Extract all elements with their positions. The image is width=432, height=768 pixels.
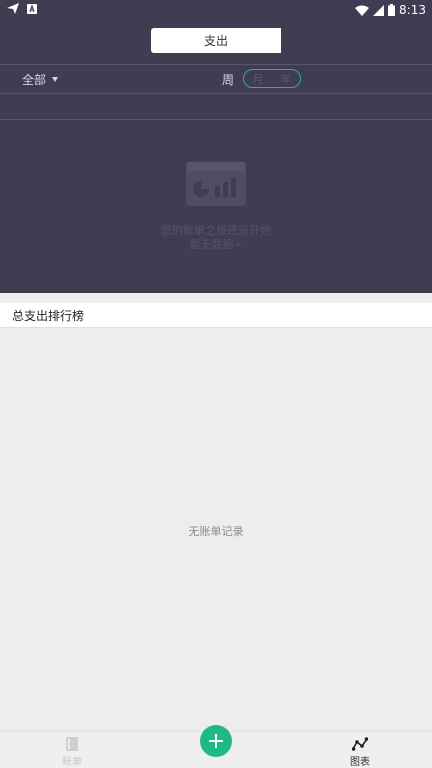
- nav-label-chart: 图表: [350, 757, 370, 768]
- divider: [0, 64, 432, 65]
- add-bill-button[interactable]: [200, 725, 232, 757]
- period-month[interactable]: 月: [253, 71, 264, 87]
- nav-item-chart[interactable]: 图表: [330, 737, 390, 768]
- divider: [0, 119, 432, 120]
- a-badge-icon: [27, 3, 37, 14]
- battery-icon: [388, 4, 396, 16]
- signal-icon: [373, 4, 385, 16]
- no-records-text: 无账单记录: [188, 525, 244, 538]
- ranking-header: 总支出排行榜: [0, 303, 432, 328]
- period-year[interactable]: 年: [281, 71, 292, 87]
- book-icon: [66, 737, 78, 751]
- line-chart-icon: [352, 737, 368, 751]
- nav-item-bills[interactable]: 账单: [42, 737, 102, 768]
- category-filter-label: 全部: [22, 73, 47, 87]
- send-icon: [7, 3, 19, 14]
- chart-header: 8:13 支出 全部 周 月 年 您的账单之旅还没开始 暂无数据~: [0, 0, 432, 293]
- wifi-icon: [355, 5, 370, 16]
- empty-state-line1: 您的账单之旅还没开始: [161, 224, 271, 237]
- screen: 8:13 支出 全部 周 月 年 您的账单之旅还没开始 暂无数据~ 总支出排行榜…: [0, 0, 432, 768]
- tab-expense[interactable]: 支出: [151, 28, 281, 53]
- ranking-title: 总支出排行榜: [12, 309, 85, 323]
- status-time: 8:13: [399, 3, 426, 17]
- nav-label-bills: 账单: [62, 757, 82, 768]
- status-bar: 8:13: [0, 0, 432, 20]
- period-week[interactable]: 周: [222, 71, 234, 88]
- category-filter-dropdown[interactable]: 全部: [22, 71, 59, 88]
- chart-card-icon: [186, 162, 246, 206]
- empty-state-line2: 暂无数据~: [189, 238, 243, 251]
- divider: [0, 93, 432, 94]
- period-toggle: 月 年: [243, 69, 301, 88]
- plus-icon: [209, 734, 223, 748]
- caret-down-icon: [52, 77, 59, 82]
